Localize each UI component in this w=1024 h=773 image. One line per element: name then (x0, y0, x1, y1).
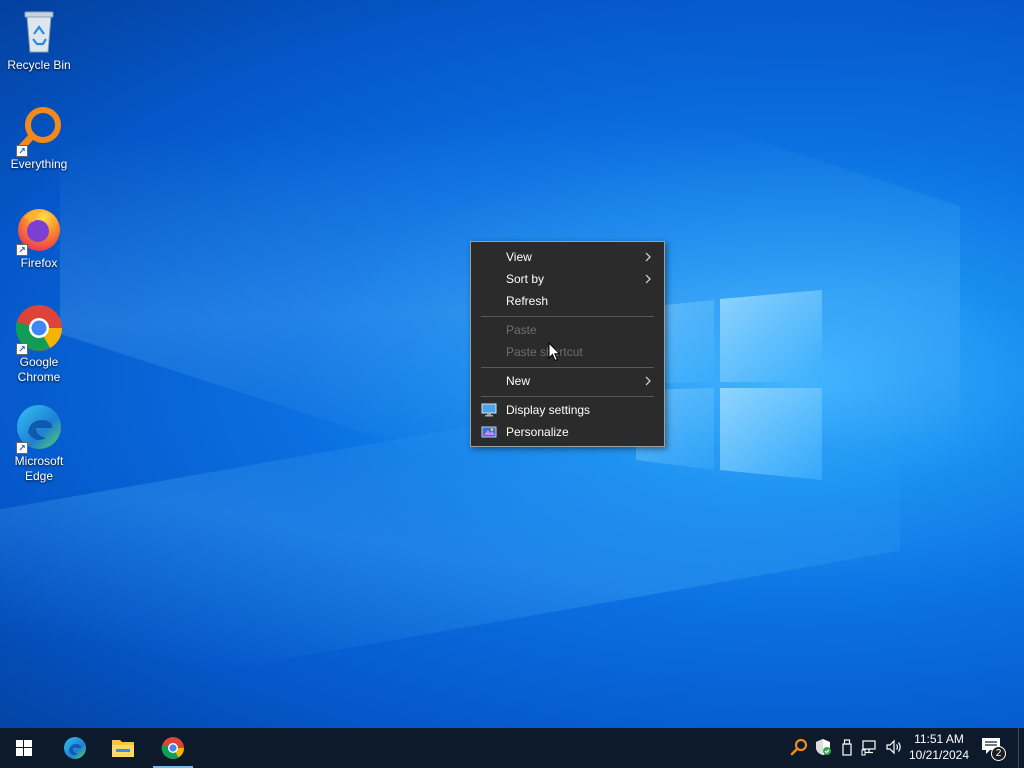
security-shield-icon[interactable] (814, 738, 832, 756)
firefox-icon: ↗ (14, 204, 64, 256)
menu-item-label: View (506, 250, 532, 264)
windows-start-icon (16, 740, 32, 756)
chrome-icon: ↗ (14, 303, 64, 355)
edge-icon: ↗ (14, 402, 64, 454)
desktop-icon-google-chrome[interactable]: ↗ Google Chrome (2, 303, 76, 385)
notification-count-badge: 2 (991, 746, 1006, 761)
menu-item-personalize[interactable]: Personalize (472, 421, 663, 443)
chrome-icon (161, 737, 184, 759)
show-desktop-button[interactable] (1018, 728, 1024, 768)
action-center-button[interactable]: 2 (980, 736, 1008, 762)
desktop-icon-label: Recycle Bin (7, 58, 71, 72)
taskbar: 11:51 AM 10/21/2024 2 (0, 728, 1024, 768)
desktop-icon-microsoft-edge[interactable]: ↗ Microsoft Edge (2, 402, 76, 484)
menu-item-label: New (506, 374, 531, 388)
chevron-right-icon (645, 376, 651, 386)
desktop-icon-label: Google Chrome (17, 355, 61, 384)
menu-item-label: Display settings (506, 403, 591, 417)
desktop-icon-everything[interactable]: ↗ Everything (2, 105, 76, 172)
taskbar-chrome-button[interactable] (149, 728, 197, 768)
everything-search-icon: ↗ (14, 105, 64, 157)
desktop-context-menu: View Sort by Refresh Paste Paste shortcu… (470, 241, 665, 447)
shortcut-arrow-icon: ↗ (16, 145, 28, 157)
taskbar-clock[interactable]: 11:51 AM 10/21/2024 (905, 731, 973, 763)
menu-item-display-settings[interactable]: Display settings (472, 399, 663, 421)
folder-icon (112, 740, 134, 757)
menu-item-sort-by[interactable]: Sort by (472, 268, 663, 290)
desktop-icon-label: Everything (10, 157, 68, 171)
menu-item-label: Paste (506, 323, 537, 337)
personalize-icon (481, 426, 497, 438)
display-icon (481, 403, 497, 417)
chevron-right-icon (645, 252, 651, 262)
volume-icon[interactable] (885, 738, 903, 756)
desktop-icon-label: Microsoft Edge (14, 454, 64, 483)
menu-item-paste[interactable]: Paste (472, 319, 663, 341)
recycle-bin-icon (14, 6, 64, 56)
menu-item-new[interactable]: New (472, 370, 663, 392)
usb-device-icon[interactable] (838, 738, 856, 756)
menu-separator (481, 396, 654, 397)
desktop-icon-firefox[interactable]: ↗ Firefox (2, 204, 76, 271)
taskbar-edge-button[interactable] (51, 728, 99, 768)
desktop-icon-label: Firefox (20, 256, 58, 270)
menu-item-label: Paste shortcut (506, 345, 583, 359)
shortcut-arrow-icon: ↗ (16, 442, 28, 454)
shortcut-arrow-icon: ↗ (16, 343, 28, 355)
menu-item-label: Refresh (506, 294, 549, 308)
taskbar-file-explorer-button[interactable] (99, 728, 147, 768)
everything-search-icon[interactable] (790, 738, 808, 756)
menu-item-label: Sort by (506, 272, 545, 286)
menu-separator (481, 316, 654, 317)
menu-separator (481, 367, 654, 368)
desktop-icon-recycle-bin[interactable]: Recycle Bin (2, 6, 76, 73)
menu-item-view[interactable]: View (472, 246, 663, 268)
mouse-cursor-icon (548, 342, 561, 362)
chevron-right-icon (645, 274, 651, 284)
menu-item-label: Personalize (506, 425, 569, 439)
shortcut-arrow-icon: ↗ (16, 244, 28, 256)
clock-date: 10/21/2024 (908, 748, 970, 762)
clock-time: 11:51 AM (914, 732, 964, 746)
menu-item-paste-shortcut[interactable]: Paste shortcut (472, 341, 663, 363)
network-icon[interactable] (861, 738, 879, 756)
menu-item-refresh[interactable]: Refresh (472, 290, 663, 312)
edge-icon (64, 737, 86, 759)
desktop[interactable]: Recycle Bin ↗ Everything ↗ Firefox ↗ Goo… (0, 0, 1024, 728)
start-button[interactable] (0, 728, 48, 768)
